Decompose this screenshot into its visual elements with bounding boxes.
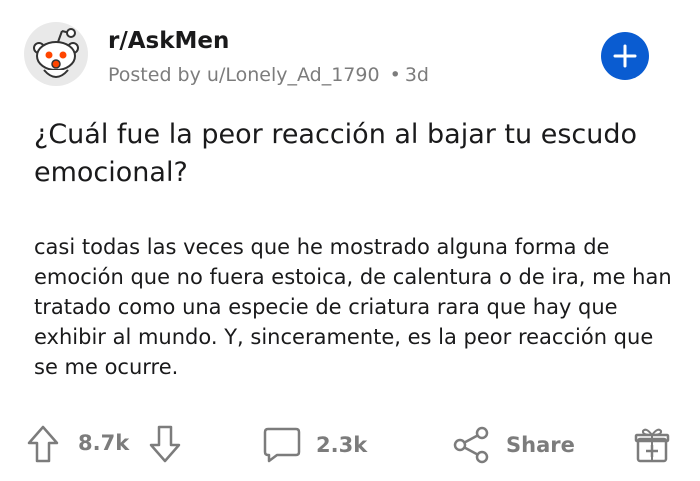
meta-separator: • [389,64,401,86]
posted-by-label: Posted by [108,64,201,86]
downvote-arrow-icon [149,425,181,463]
gift-award-icon [634,428,670,463]
award-button[interactable] [634,426,670,464]
join-button[interactable] [601,32,649,80]
comment-bubble-icon [263,427,301,463]
subreddit-avatar[interactable] [24,22,88,86]
share-icon [453,426,489,464]
share-label: Share [506,433,575,457]
post-meta: Posted by u/Lonely_Ad_1790 • 3d [108,64,429,86]
post-action-bar: 8.7k 2.3k Share [0,420,700,472]
comments-button[interactable]: 2.3k [262,426,367,464]
vote-count: 8.7k [78,431,130,455]
plus-icon [613,44,637,68]
post-body: casi todas las veces que he mostrado alg… [34,235,672,379]
upvote-button[interactable] [26,424,60,464]
author-link[interactable]: u/Lonely_Ad_1790 [207,64,380,86]
post-title[interactable]: ¿Cuál fue la peor reacción al bajar tu e… [34,116,664,192]
snoo-avatar-icon [33,28,79,78]
subreddit-name[interactable]: r/AskMen [108,28,229,54]
comment-count: 2.3k [316,433,368,457]
share-button[interactable]: Share [452,426,575,464]
upvote-arrow-icon [27,425,59,463]
post-age: 3d [404,64,429,86]
post-header: r/AskMen Posted by u/Lonely_Ad_1790 • 3d [0,0,700,110]
downvote-button[interactable] [148,424,182,464]
